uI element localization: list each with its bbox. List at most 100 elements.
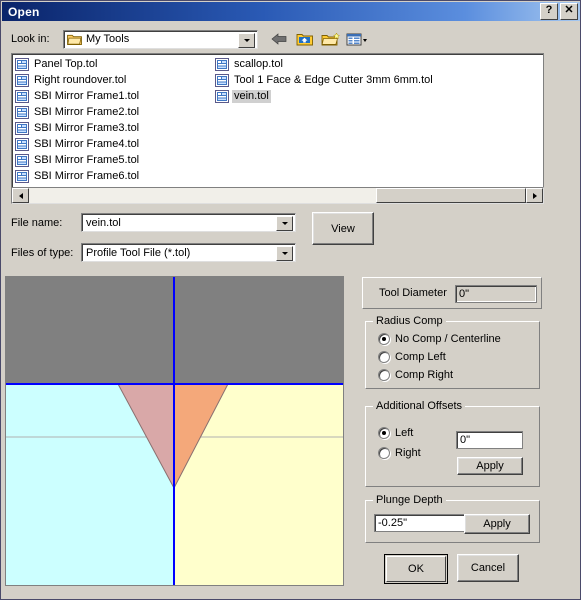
list-item[interactable]: Tool 1 Face & Edge Cutter 3mm 6mm.tol <box>215 73 438 88</box>
create-new-folder-icon[interactable] <box>320 29 342 49</box>
file-list-column-2: scallop.tol Tool 1 Face & Edge Cutter 3m… <box>215 57 438 105</box>
file-name-label-static: File name: <box>11 216 63 229</box>
file-name-label: Panel Top.tol <box>34 58 98 70</box>
tool-file-icon <box>215 58 229 71</box>
title-bar-buttons: ? ✕ <box>540 3 578 20</box>
look-in-combo[interactable]: My Tools <box>63 29 258 49</box>
cancel-button[interactable]: Cancel <box>457 554 519 582</box>
close-button[interactable]: ✕ <box>560 3 578 20</box>
tool-file-icon <box>15 58 29 71</box>
file-type-value: Profile Tool File (*.tol) <box>86 246 191 259</box>
file-type-dropdown-arrow[interactable] <box>276 246 293 261</box>
tool-profile-graphic <box>6 277 343 585</box>
list-item[interactable]: SBI Mirror Frame3.tol <box>15 121 144 136</box>
file-type-label-static: Files of type: <box>11 246 74 259</box>
list-item[interactable]: Right roundover.tol <box>15 73 144 88</box>
tool-file-icon <box>215 74 229 87</box>
list-item-selected[interactable]: vein.tol <box>215 89 438 104</box>
views-icon[interactable] <box>346 29 368 49</box>
radius-comp-title: Radius Comp <box>373 315 446 327</box>
file-name-input[interactable]: vein.tol <box>81 213 296 232</box>
radio-label: Right <box>395 447 421 459</box>
radio-mark-icon <box>378 333 390 345</box>
chevron-down-icon <box>281 252 288 255</box>
tool-diameter-group: Tool Diameter 0" <box>362 277 542 309</box>
tool-file-icon <box>15 122 29 135</box>
file-name-label: SBI Mirror Frame2.tol <box>34 106 140 118</box>
file-name-label: vein.tol <box>232 90 271 103</box>
list-item[interactable]: scallop.tol <box>215 57 438 72</box>
title-bar: Open ? ✕ <box>2 2 580 21</box>
look-in-label: Look in: <box>11 33 50 45</box>
file-name-label: Right roundover.tol <box>34 74 127 86</box>
radio-label: Left <box>395 427 414 439</box>
chevron-down-icon <box>281 222 288 225</box>
radio-comp-right[interactable]: Comp Right <box>378 369 453 381</box>
tool-diameter-label: Tool Diameter <box>379 287 447 299</box>
file-name-label: Tool 1 Face & Edge Cutter 3mm 6mm.tol <box>234 74 433 86</box>
radio-mark-icon <box>378 351 390 363</box>
back-icon[interactable] <box>268 29 290 49</box>
tool-file-icon <box>215 90 229 103</box>
radio-offset-left[interactable]: Left <box>378 427 413 439</box>
radius-comp-group: Radius Comp No Comp / Centerline Comp Le… <box>365 315 540 389</box>
file-type-row: Files of type: Profile Tool File (*.tol) <box>11 243 296 262</box>
tool-profile-preview <box>5 276 344 586</box>
file-name-label: SBI Mirror Frame3.tol <box>34 122 140 134</box>
file-name-dropdown-arrow[interactable] <box>276 216 293 231</box>
scrollbar-thumb[interactable] <box>376 188 526 203</box>
radio-label: Comp Left <box>395 351 446 363</box>
tool-file-icon <box>15 106 29 119</box>
tool-file-icon <box>15 170 29 183</box>
list-item[interactable]: Panel Top.tol <box>15 57 144 72</box>
file-list-horizontal-scrollbar[interactable] <box>11 187 544 204</box>
tool-file-icon <box>15 74 29 87</box>
chevron-down-icon <box>243 38 250 42</box>
file-name-label: SBI Mirror Frame4.tol <box>34 138 140 150</box>
additional-offsets-title: Additional Offsets <box>373 400 466 412</box>
scrollbar-track[interactable] <box>29 188 526 203</box>
up-one-level-icon[interactable] <box>294 29 316 49</box>
radio-label: No Comp / Centerline <box>395 333 501 345</box>
file-name-label: SBI Mirror Frame6.tol <box>34 170 140 182</box>
radio-mark-icon <box>378 427 390 439</box>
additional-offsets-apply-button[interactable]: Apply <box>457 457 523 475</box>
file-list[interactable]: Panel Top.tol Right roundover.tol SBI Mi… <box>11 53 544 193</box>
radio-mark-icon <box>378 369 390 381</box>
file-name-label: SBI Mirror Frame1.tol <box>34 90 140 102</box>
arrow-left-icon <box>18 192 23 199</box>
scroll-right-button[interactable] <box>526 188 543 203</box>
help-button[interactable]: ? <box>540 3 558 20</box>
ok-button[interactable]: OK <box>384 554 448 584</box>
look-in-row: Look in: My Tools <box>11 28 571 50</box>
radio-no-comp-centerline[interactable]: No Comp / Centerline <box>378 333 501 345</box>
dialog-toolbar <box>268 29 368 49</box>
list-item[interactable]: SBI Mirror Frame5.tol <box>15 153 144 168</box>
window-title: Open <box>8 4 40 19</box>
list-item[interactable]: SBI Mirror Frame6.tol <box>15 169 144 184</box>
list-item[interactable]: SBI Mirror Frame1.tol <box>15 89 144 104</box>
plunge-depth-input[interactable]: -0.25" <box>374 514 469 532</box>
plunge-depth-apply-button[interactable]: Apply <box>464 514 530 534</box>
open-file-dialog: Open ? ✕ Look in: My Tools Panel Top.tol… <box>0 0 581 600</box>
look-in-dropdown-arrow[interactable] <box>238 32 255 48</box>
file-type-combo[interactable]: Profile Tool File (*.tol) <box>81 243 296 262</box>
view-button[interactable]: View <box>312 212 374 245</box>
tool-file-icon <box>15 90 29 103</box>
list-item[interactable]: SBI Mirror Frame2.tol <box>15 105 144 120</box>
file-list-column-1: Panel Top.tol Right roundover.tol SBI Mi… <box>15 57 144 185</box>
look-in-value: My Tools <box>86 33 130 45</box>
radio-comp-left[interactable]: Comp Left <box>378 351 446 363</box>
file-name-value: vein.tol <box>86 216 121 229</box>
radio-mark-icon <box>378 447 390 459</box>
folder-icon <box>67 34 82 45</box>
list-item[interactable]: SBI Mirror Frame4.tol <box>15 137 144 152</box>
radio-offset-right[interactable]: Right <box>378 447 421 459</box>
scroll-left-button[interactable] <box>12 188 29 203</box>
plunge-depth-title: Plunge Depth <box>373 494 446 506</box>
file-name-label: scallop.tol <box>234 58 283 70</box>
file-name-row: File name: vein.tol <box>11 213 296 232</box>
tool-diameter-field: 0" <box>455 285 537 303</box>
ok-button-label: OK <box>386 556 446 582</box>
additional-offsets-input[interactable]: 0" <box>456 431 523 449</box>
